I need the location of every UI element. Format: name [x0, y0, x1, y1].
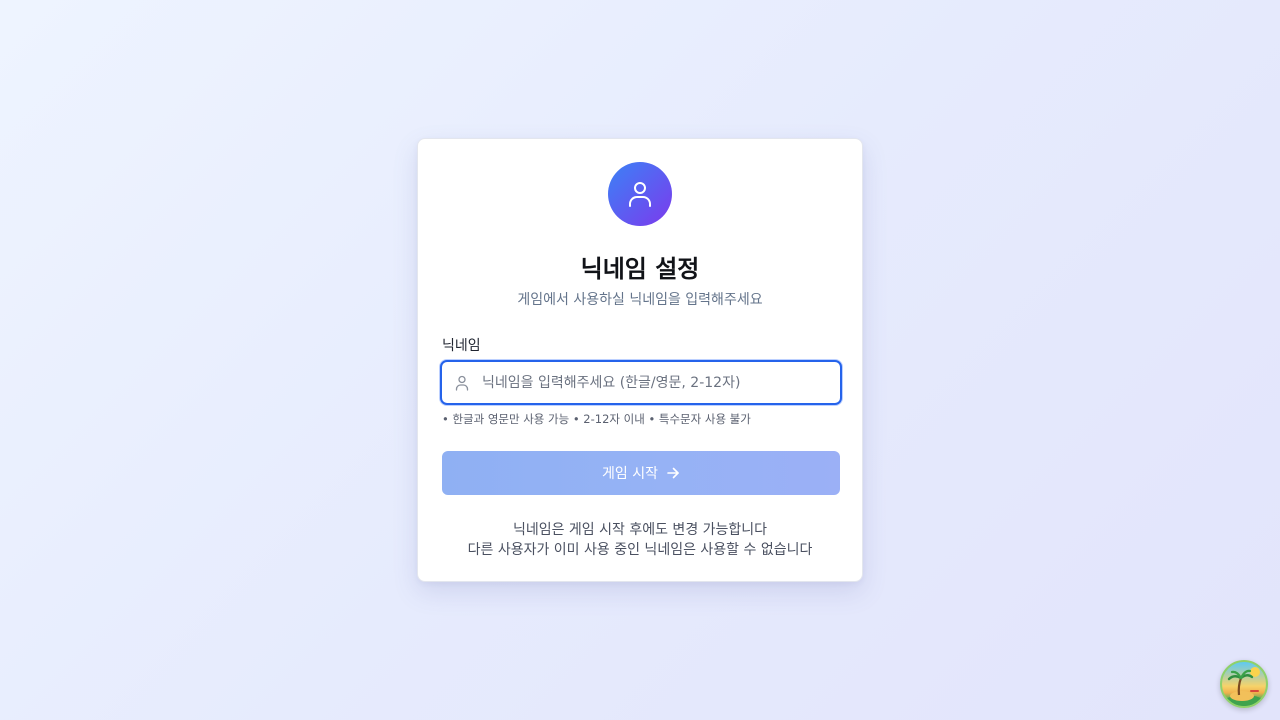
nickname-input[interactable] [482, 362, 832, 403]
beach-island-icon [1224, 667, 1264, 706]
avatar [608, 162, 672, 226]
page-title: 닉네임 설정 [580, 255, 700, 283]
nickname-label: 닉네임 [442, 338, 481, 354]
nickname-field[interactable] [440, 360, 842, 405]
page-subtitle: 게임에서 사용하실 닉네임을 입력해주세요 [517, 292, 763, 308]
start-game-label: 게임 시작 [602, 466, 658, 482]
nickname-hint: • 한글과 영문만 사용 가능 • 2-12자 이내 • 특수문자 사용 불가 [442, 412, 751, 426]
footer-line-1: 닉네임은 게임 시작 후에도 변경 가능합니다 [512, 522, 768, 538]
corner-badge[interactable] [1220, 660, 1268, 708]
user-icon [629, 182, 651, 207]
nickname-card: 닉네임 설정 게임에서 사용하실 닉네임을 입력해주세요 닉네임 • 한글과 영… [417, 138, 863, 582]
footer-note: 닉네임은 게임 시작 후에도 변경 가능합니다 다른 사용자가 이미 사용 중인… [418, 520, 862, 560]
start-game-button[interactable]: 게임 시작 [442, 451, 840, 495]
footer-line-2: 다른 사용자가 이미 사용 중인 닉네임은 사용할 수 없습니다 [467, 542, 813, 558]
arrow-right-icon [667, 467, 679, 479]
user-icon [455, 375, 469, 391]
